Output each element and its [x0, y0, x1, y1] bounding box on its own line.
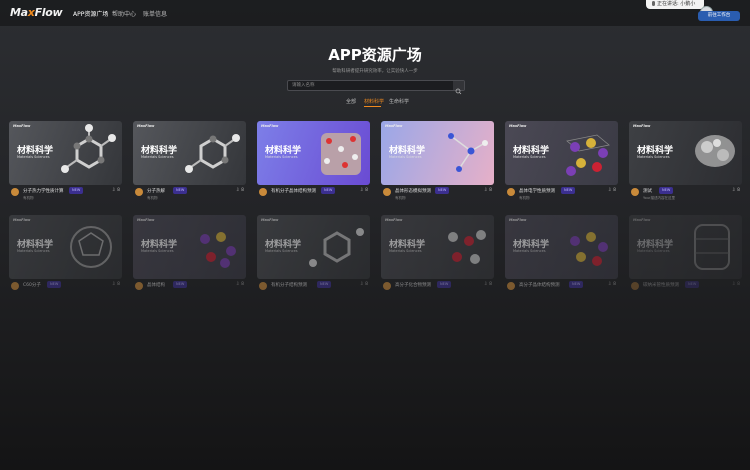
card-title: 高分子化合物预测 — [395, 283, 431, 288]
card-title: C60分子 — [23, 283, 41, 288]
author-avatar — [631, 188, 639, 196]
card-thumbnail: MaxFlow 材料科学 Materials Sciences — [9, 215, 122, 279]
author-avatar — [259, 282, 267, 290]
download-count: ⇩ 8 — [731, 188, 740, 193]
app-card[interactable]: MaxFlow 材料科学 Materials Sciences 分子热解 NEW ⇩… — [133, 121, 246, 211]
download-count: ⇩ 8 — [359, 188, 368, 193]
card-title: 分子热力学性质计算 — [23, 189, 64, 194]
new-badge: NEW — [321, 187, 336, 194]
app-card[interactable]: MaxFlow 材料科学 Materials Sciences 分子热力学性质计算 … — [9, 121, 122, 211]
author-avatar — [507, 188, 515, 196]
app-card[interactable]: MaxFlow 材料科学 Materials Sciences 晶体电学性质预测 N… — [505, 121, 618, 211]
card-thumbnail: MaxFlow 材料科学 Materials Sciences — [629, 121, 742, 185]
voice-status-banner: 正在讲话: 小鹅小 — [646, 0, 704, 9]
go-to-workbench-button[interactable]: 前往工作台 — [698, 11, 740, 21]
author-avatar — [11, 282, 19, 290]
new-badge: NEW — [685, 281, 700, 288]
card-thumbnail: MaxFlow 材料科学 Materials Sciences — [257, 121, 370, 185]
download-count: ⇩ 8 — [483, 188, 492, 193]
top-nav-bar: MaxFlow APP资源广场 帮助中心 账单信息 — [0, 0, 750, 26]
app-card[interactable]: MaxFlow 材料科学 Materials Sciences 晶体结构 NEW ⇩… — [133, 215, 246, 305]
card-thumbnail: MaxFlow 材料科学 Materials Sciences — [133, 121, 246, 185]
author-avatar — [135, 282, 143, 290]
app-card[interactable]: MaxFlow 材料科学 Materials Sciences 有机分子晶体结构预测… — [257, 121, 370, 211]
card-title: 晶体结构 — [147, 283, 165, 288]
new-badge: NEW — [561, 187, 576, 194]
new-badge: NEW — [435, 187, 450, 194]
active-tab-indicator — [364, 106, 381, 107]
card-thumbnail: MaxFlow 材料科学 Materials Sciences — [381, 121, 494, 185]
nav-help-center[interactable]: 帮助中心 — [112, 9, 136, 18]
card-author: 有机物 — [519, 196, 530, 200]
card-thumbnail: MaxFlow 材料科学 Materials Sciences — [629, 215, 742, 279]
card-thumbnail: MaxFlow 材料科学 Materials Sciences — [133, 215, 246, 279]
author-avatar — [11, 188, 19, 196]
search-button[interactable] — [453, 81, 464, 95]
card-title: 碳纳米管性质预测 — [643, 283, 679, 288]
app-card[interactable]: MaxFlow 材料科学 Materials Sciences 高分子晶体结构预测 … — [505, 215, 618, 305]
search-input[interactable] — [292, 81, 452, 90]
app-card[interactable]: MaxFlow 材料科学 Materials Sciences 高分子化合物预测 N… — [381, 215, 494, 305]
new-badge: NEW — [659, 187, 674, 194]
tab-life-science[interactable]: 生命科学 — [389, 98, 409, 105]
app-card[interactable]: MaxFlow 材料科学 Materials Sciences 有机分子结构预测 N… — [257, 215, 370, 305]
card-author: 有机物 — [23, 196, 34, 200]
download-count: ⇩ 8 — [111, 188, 120, 193]
download-count: ⇩ 8 — [483, 282, 492, 287]
page-subtitle: 帮助科研者提升研究效率，让实验快人一步 — [332, 69, 418, 74]
card-thumbnail: MaxFlow 材料科学 Materials Sciences — [505, 215, 618, 279]
search-icon — [455, 88, 462, 95]
page-title: APP资源广场 — [328, 46, 422, 64]
download-count: ⇩ 8 — [607, 282, 616, 287]
download-count: ⇩ 8 — [235, 188, 244, 193]
card-thumbnail: MaxFlow 材料科学 Materials Sciences — [381, 215, 494, 279]
new-badge: NEW — [437, 281, 452, 288]
card-title: 晶体电学性质预测 — [519, 189, 555, 194]
new-badge: NEW — [69, 187, 84, 194]
tab-all[interactable]: 全部 — [346, 98, 356, 105]
author-avatar — [259, 188, 267, 196]
author-avatar — [383, 188, 391, 196]
card-title: 晶体形态模拟预测 — [395, 189, 431, 194]
card-thumbnail: MaxFlow 材料科学 Materials Sciences — [9, 121, 122, 185]
microphone-icon — [652, 1, 655, 6]
download-count: ⇩ 8 — [607, 188, 616, 193]
card-author: Your描述内容在这里 — [643, 196, 675, 200]
search-box — [287, 80, 465, 95]
author-avatar — [507, 282, 515, 290]
new-badge: NEW — [569, 281, 584, 288]
card-author: 有机物 — [147, 196, 158, 200]
author-avatar — [135, 188, 143, 196]
download-count: ⇩ 8 — [731, 282, 740, 287]
nav-billing[interactable]: 账单信息 — [143, 9, 167, 18]
app-card[interactable]: MaxFlow 材料科学 Materials Sciences C60分子 NEW … — [9, 215, 122, 305]
tab-materials-science[interactable]: 材料科学 — [364, 98, 384, 105]
card-title: 分子热解 — [147, 189, 165, 194]
download-count: ⇩ 8 — [359, 282, 368, 287]
nav-app-square[interactable]: APP资源广场 — [73, 9, 108, 18]
card-author: 有机物 — [395, 196, 406, 200]
card-title: 高分子晶体结构预测 — [519, 283, 560, 288]
maxflow-logo[interactable]: MaxFlow — [10, 6, 63, 19]
download-count: ⇩ 8 — [235, 282, 244, 287]
card-title: 有机分子结构预测 — [271, 283, 307, 288]
new-badge: NEW — [173, 281, 188, 288]
app-card[interactable]: MaxFlow 材料科学 Materials Sciences 碳纳米管性质预测 N… — [629, 215, 742, 305]
card-thumbnail: MaxFlow 材料科学 Materials Sciences — [505, 121, 618, 185]
author-avatar — [383, 282, 391, 290]
app-card[interactable]: MaxFlow 材料科学 Materials Sciences 晶体形态模拟预测 N… — [381, 121, 494, 211]
new-badge: NEW — [317, 281, 332, 288]
new-badge: NEW — [173, 187, 188, 194]
new-badge: NEW — [47, 281, 62, 288]
card-title: 有机分子晶体结构预测 — [271, 189, 316, 194]
author-avatar — [631, 282, 639, 290]
app-card[interactable]: MaxFlow 材料科学 Materials Sciences 测试 NEW ⇩ 8… — [629, 121, 742, 211]
card-thumbnail: MaxFlow 材料科学 Materials Sciences — [257, 215, 370, 279]
card-title: 测试 — [643, 189, 652, 194]
download-count: ⇩ 8 — [111, 282, 120, 287]
